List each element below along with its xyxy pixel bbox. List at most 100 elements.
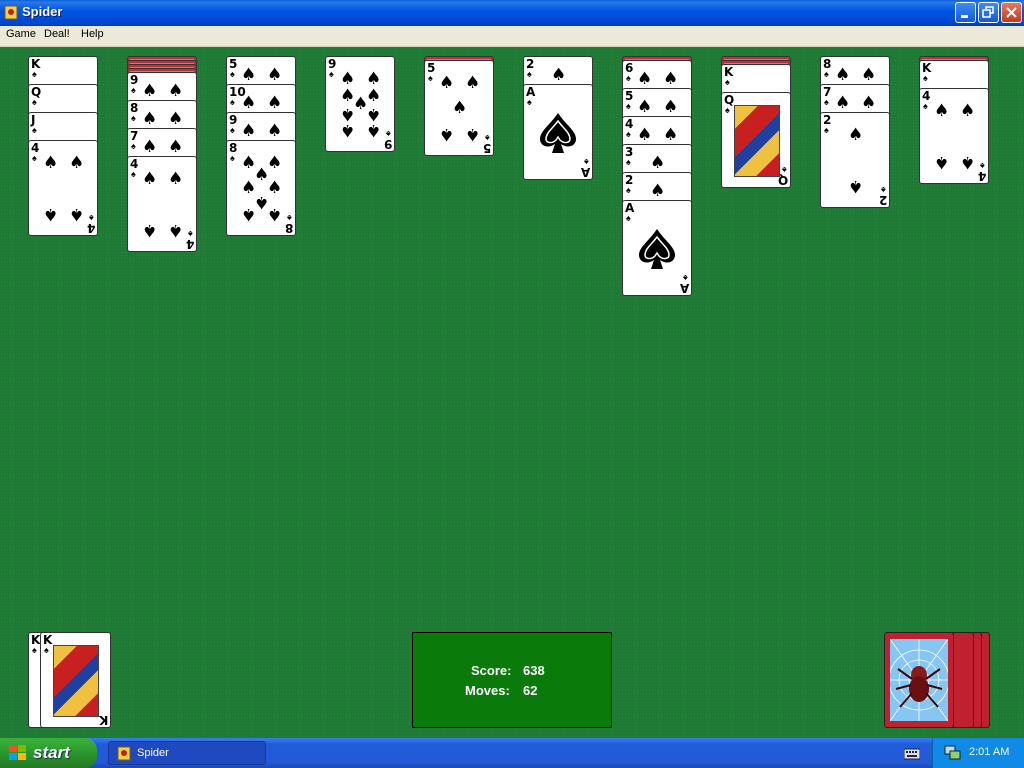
card-rank-bottom: K: [98, 713, 108, 727]
spade-icon: ♠: [527, 97, 532, 107]
spade-pip-icon: ♠: [465, 124, 481, 144]
minimize-icon: [961, 15, 968, 18]
spade-pip-icon: ♠: [142, 109, 158, 129]
spade-icon: ♠: [923, 101, 928, 111]
spade-pip-icon: ♠: [551, 65, 567, 85]
spade-icon: ♠: [725, 105, 730, 115]
spade-icon: ♠: [32, 645, 37, 655]
playing-card-2-of-spades[interactable]: 2 ♠ ♠ ♠ 2 ♠: [820, 112, 890, 208]
spade-icon: ♠: [329, 69, 334, 79]
score-value: 638: [523, 663, 545, 678]
spade-pip-icon: ♠: [861, 65, 877, 85]
spade-pip-icon: ♠: [637, 69, 653, 89]
spade-icon: ♠: [428, 73, 433, 83]
spade-pip-icon: ♠: [465, 73, 481, 93]
taskbar-spider-button[interactable]: Spider: [108, 741, 266, 765]
face-card-art: [734, 105, 780, 177]
spade-icon: ♠: [131, 113, 136, 123]
card-rank-bottom: Q: [777, 173, 788, 187]
stock-deck[interactable]: [884, 632, 954, 728]
spade-pip-icon: ♠: [267, 93, 283, 113]
spade-pip-icon: ♠: [168, 220, 184, 240]
title-bar[interactable]: Spider: [0, 0, 1024, 26]
playing-card-9-of-spades[interactable]: 9 ♠ ♠ ♠ ♠ ♠ ♠ ♠ ♠ ♠ ♠ 9 ♠: [325, 56, 395, 152]
spade-pip-icon: ♠: [267, 121, 283, 141]
spade-pip-icon: ♠: [340, 120, 356, 140]
spade-pip-icon: ♠: [960, 101, 976, 121]
spade-icon: ♠: [32, 125, 37, 135]
spade-icon: ♠: [89, 213, 94, 223]
spade-pip-icon: ♠: [43, 153, 59, 173]
spade-icon: ♠: [923, 73, 928, 83]
network-icon[interactable]: [943, 744, 961, 761]
spade-pip-icon: ♠: [835, 65, 851, 85]
spade-pip-icon: ♠: [439, 124, 455, 144]
king-face-art: [53, 645, 99, 717]
spade-icon: ♠: [626, 73, 631, 83]
playing-card-A-of-spades[interactable]: A ♠ A ♠: [622, 200, 692, 296]
playing-card-4-of-spades[interactable]: 4 ♠ ♠ ♠ ♠ ♠ 4 ♠: [919, 88, 989, 184]
spade-icon: ♠: [131, 141, 136, 151]
spade-pip-icon: ♠: [168, 81, 184, 101]
spade-pip-icon: ♠: [142, 81, 158, 101]
spade-pip-icon: ♠: [663, 97, 679, 117]
spade-pip-icon: ♠: [142, 220, 158, 240]
close-button[interactable]: [1001, 2, 1022, 23]
large-spade-icon: [540, 113, 576, 153]
spade-pip-icon: ♠: [650, 153, 666, 173]
spade-icon: ♠: [626, 101, 631, 111]
spade-icon: ♠: [131, 169, 136, 179]
restore-icon: [982, 6, 994, 18]
playing-card-5-of-spades[interactable]: 5 ♠ ♠ ♠ ♠ ♠ ♠ 5 ♠: [424, 60, 494, 156]
spade-pip-icon: ♠: [241, 121, 257, 141]
spade-pip-icon: ♠: [267, 178, 283, 198]
spade-pip-icon: ♠: [960, 152, 976, 172]
spade-icon: ♠: [230, 69, 235, 79]
playing-card-4-of-spades[interactable]: 4 ♠ ♠ ♠ ♠ ♠ 4 ♠: [127, 156, 197, 252]
start-label: start: [33, 743, 70, 762]
spade-pip-icon: ♠: [835, 93, 851, 113]
taskbar-spider-label: Spider: [137, 747, 169, 759]
spade-icon: ♠: [782, 165, 787, 175]
windows-logo-icon: [9, 745, 26, 760]
menu-deal[interactable]: Deal!: [44, 28, 70, 40]
menu-help[interactable]: Help: [81, 28, 104, 40]
playing-card-4-of-spades[interactable]: 4 ♠ ♠ ♠ ♠ ♠ 4 ♠: [28, 140, 98, 236]
spade-icon: ♠: [230, 97, 235, 107]
large-spade-icon: [639, 229, 675, 269]
card-rank-bottom: 2: [878, 193, 887, 207]
spade-pip-icon: ♠: [142, 137, 158, 157]
playing-card-Q-of-spades[interactable]: Q ♠ Q ♠: [721, 92, 791, 188]
minimize-button[interactable]: [955, 2, 976, 23]
restore-button[interactable]: [978, 2, 999, 23]
playing-card-8-of-spades[interactable]: 8 ♠ ♠ ♠ ♠ ♠ ♠ ♠ ♠ ♠ 8 ♠: [226, 140, 296, 236]
spade-pip-icon: ♠: [934, 101, 950, 121]
spade-pip-icon: ♠: [69, 153, 85, 173]
system-tray: 2:01 AM: [932, 738, 1024, 768]
spade-icon: ♠: [584, 157, 589, 167]
card-rank-bottom: 4: [86, 221, 95, 235]
spade-pip-icon: ♠: [637, 125, 653, 145]
spade-icon: ♠: [626, 213, 631, 223]
moves-value: 62: [523, 683, 538, 698]
spade-icon: ♠: [626, 129, 631, 139]
spade-pip-icon: ♠: [241, 204, 257, 224]
spade-icon: ♠: [287, 213, 292, 223]
start-button[interactable]: start: [0, 738, 97, 768]
spade-icon: ♠: [626, 157, 631, 167]
spade-icon: ♠: [626, 185, 631, 195]
spade-icon: ♠: [824, 69, 829, 79]
card-rank-bottom: 8: [284, 221, 293, 235]
spade-icon: ♠: [527, 69, 532, 79]
taskbar: start Spider 2:01 AM: [0, 738, 1024, 768]
keyboard-icon[interactable]: [904, 747, 920, 760]
spade-pip-icon: ♠: [267, 65, 283, 85]
spider-app-icon: [4, 5, 18, 20]
playing-card-A-of-spades[interactable]: A ♠ A ♠: [523, 84, 593, 180]
spade-pip-icon: ♠: [267, 153, 283, 173]
menu-game[interactable]: Game: [6, 28, 36, 40]
score-label: Score:: [471, 663, 512, 678]
spider-app-icon: [117, 746, 131, 761]
spade-icon: ♠: [725, 77, 730, 87]
spade-pip-icon: ♠: [663, 69, 679, 89]
